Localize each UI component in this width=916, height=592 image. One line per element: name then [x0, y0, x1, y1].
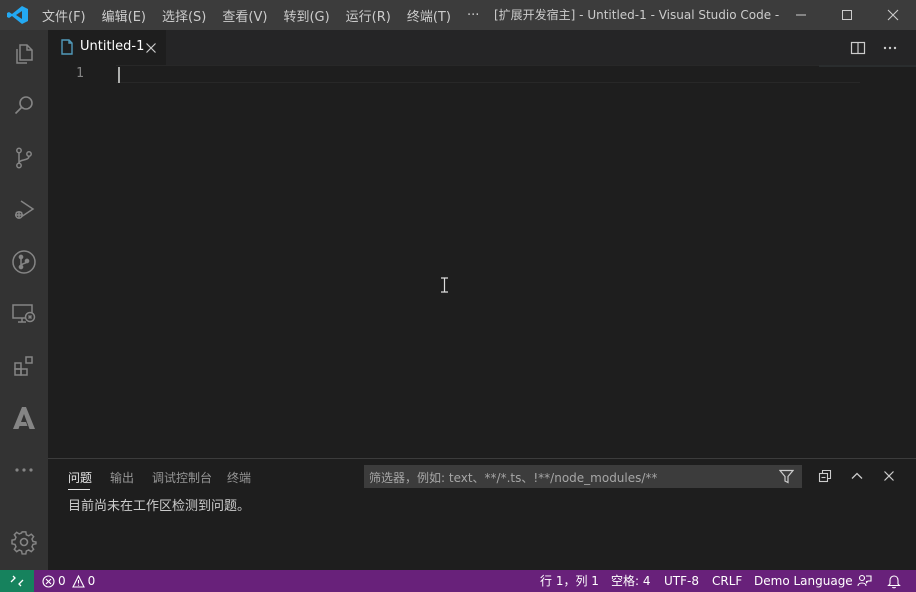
- vscode-logo-icon: [7, 6, 28, 24]
- maximize-icon: [842, 10, 852, 20]
- activity-explorer[interactable]: [0, 30, 48, 78]
- run-debug-icon: [15, 200, 35, 219]
- encoding[interactable]: UTF-8: [664, 570, 699, 592]
- tab-label: Untitled-1: [80, 39, 145, 54]
- settings-gear-icon: [11, 531, 37, 555]
- menu-terminal[interactable]: 终端(T): [399, 6, 459, 25]
- activity-search[interactable]: [0, 82, 48, 130]
- filter-placeholder: 筛选器，例如: text、**/*.ts、!**/node_modules/**: [369, 471, 658, 485]
- collapse-all-button[interactable]: [816, 467, 834, 485]
- activity-remote-explorer[interactable]: [0, 290, 48, 338]
- editor-tabs: Untitled-1: [48, 30, 916, 65]
- language-mode[interactable]: Demo Language: [754, 570, 853, 592]
- error-count: 0: [58, 574, 66, 588]
- activity-git-graph[interactable]: [0, 238, 48, 286]
- activity-extensions[interactable]: [0, 342, 48, 390]
- minimap-slider[interactable]: [819, 65, 916, 67]
- menu-go[interactable]: 转到(G): [275, 6, 337, 25]
- source-control-icon: [16, 147, 32, 169]
- close-panel-button[interactable]: [880, 467, 898, 485]
- activity-more[interactable]: [0, 446, 48, 494]
- tab-untitled-1[interactable]: Untitled-1: [48, 30, 166, 65]
- collapse-all-icon: [818, 469, 832, 483]
- more-actions-icon[interactable]: [882, 40, 898, 56]
- feedback-icon[interactable]: [857, 574, 872, 589]
- explorer-icon: [16, 44, 33, 64]
- menu-bar: 文件(F) 编辑(E) 选择(S) 查看(V) 转到(G) 运行(R) 终端(T…: [34, 0, 487, 30]
- notifications-bell-icon[interactable]: [887, 574, 901, 589]
- menu-more[interactable]: ···: [459, 8, 487, 23]
- activity-language-extension[interactable]: [0, 394, 48, 442]
- menu-edit[interactable]: 编辑(E): [94, 6, 154, 25]
- language-extension-icon: [13, 407, 35, 429]
- activity-run-debug[interactable]: [0, 186, 48, 234]
- minimize-button[interactable]: [778, 0, 824, 30]
- search-icon: [14, 96, 33, 115]
- filter-icon[interactable]: [779, 469, 794, 484]
- extensions-icon: [14, 356, 33, 376]
- mouse-ibeam-cursor-icon: [441, 277, 448, 293]
- problems-status[interactable]: 0 0: [42, 570, 95, 592]
- cursor-position[interactable]: 行 1，列 1: [540, 570, 599, 592]
- line-number: 1: [76, 66, 84, 81]
- close-icon: [887, 9, 899, 21]
- more-icon: [15, 468, 33, 472]
- end-of-line[interactable]: CRLF: [712, 570, 742, 592]
- active-tab-underline: [68, 489, 90, 490]
- remote-indicator[interactable]: [0, 570, 34, 592]
- activity-source-control[interactable]: [0, 134, 48, 182]
- warning-count: 0: [87, 574, 96, 588]
- panel-tab-output[interactable]: 输出: [110, 469, 134, 486]
- close-window-button[interactable]: [870, 0, 916, 30]
- indentation[interactable]: 空格: 4: [611, 570, 651, 592]
- current-line-highlight: [116, 65, 860, 83]
- editor-area[interactable]: 1: [48, 65, 916, 458]
- maximize-button[interactable]: [824, 0, 870, 30]
- window-title: [扩展开发宿主] - Untitled-1 - Visual Studio Co…: [494, 8, 784, 22]
- panel-tab-terminal[interactable]: 终端: [227, 469, 251, 486]
- activity-manage[interactable]: [0, 518, 48, 566]
- menu-run[interactable]: 运行(R): [338, 6, 399, 25]
- menu-file[interactable]: 文件(F): [34, 6, 94, 25]
- git-graph-icon: [12, 250, 36, 274]
- chevron-up-icon: [851, 472, 863, 479]
- close-tab-icon[interactable]: [145, 42, 157, 54]
- warning-icon: [71, 574, 85, 588]
- problems-message: 目前尚未在工作区检测到问题。: [68, 499, 251, 514]
- minimize-icon: [796, 14, 806, 16]
- remote-icon: [10, 575, 24, 587]
- remote-explorer-icon: [12, 304, 36, 323]
- activity-bar: [0, 30, 48, 570]
- panel-tab-problems[interactable]: 问题: [68, 469, 92, 486]
- menu-selection[interactable]: 选择(S): [154, 6, 214, 25]
- problems-filter-input[interactable]: 筛选器，例如: text、**/*.ts、!**/node_modules/**: [364, 465, 802, 488]
- bottom-panel: 问题 输出 调试控制台 终端 筛选器，例如: text、**/*.ts、!**/…: [48, 458, 916, 570]
- close-icon: [884, 471, 894, 481]
- menu-view[interactable]: 查看(V): [214, 6, 275, 25]
- panel-tab-debug-console[interactable]: 调试控制台: [152, 469, 212, 486]
- file-icon: [61, 39, 73, 55]
- split-editor-icon[interactable]: [850, 40, 866, 56]
- maximize-panel-button[interactable]: [848, 467, 866, 485]
- title-bar: 文件(F) 编辑(E) 选择(S) 查看(V) 转到(G) 运行(R) 终端(T…: [0, 0, 916, 30]
- error-icon: [42, 574, 55, 588]
- status-bar: 0 0 行 1，列 1 空格: 4 UTF-8 CRLF Demo Langua…: [0, 570, 916, 592]
- text-cursor: [118, 67, 120, 83]
